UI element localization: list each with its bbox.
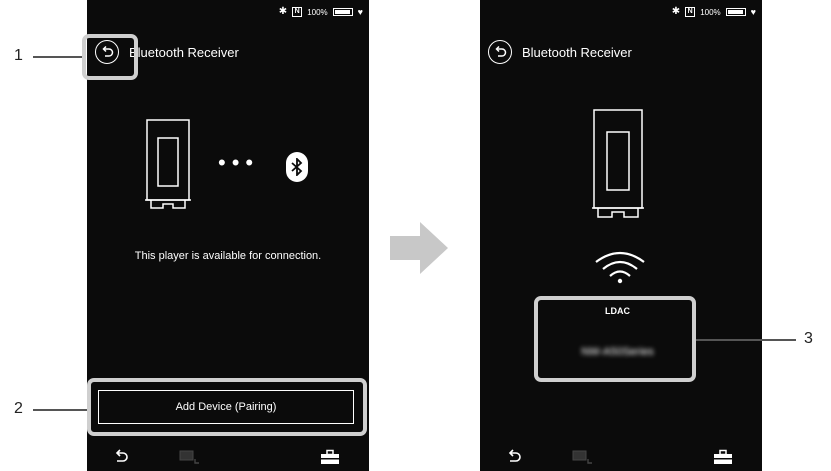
player-device-icon <box>145 119 191 209</box>
callout-box-add-device <box>87 378 367 436</box>
back-arrow-icon <box>495 45 507 57</box>
battery-icon <box>332 8 353 16</box>
bluetooth-icon <box>286 152 308 182</box>
transition-arrow-icon <box>390 222 448 274</box>
bottom-bar <box>480 441 762 471</box>
player-device-icon <box>592 109 644 218</box>
right-screen: ✱ N 100% ♥ Bluetooth Receiver LDAC NW-A5… <box>480 0 762 471</box>
header: Bluetooth Receiver <box>488 40 632 64</box>
callout-line-2 <box>33 409 87 411</box>
bluetooth-status-icon: ✱ <box>671 6 681 17</box>
connecting-dots: ••• <box>218 150 260 175</box>
nfc-icon: N <box>292 7 303 17</box>
callout-box-codec <box>534 296 696 382</box>
nfc-icon: N <box>685 7 696 17</box>
toolbox-icon[interactable] <box>713 449 733 465</box>
battery-percent: 100% <box>700 7 721 17</box>
callout-box-back <box>82 34 138 80</box>
heart-icon: ♥ <box>357 7 363 17</box>
back-nav-icon[interactable] <box>506 449 522 465</box>
callout-number-2: 2 <box>14 400 23 417</box>
battery-icon <box>725 8 746 16</box>
callout-number-1: 1 <box>14 47 23 64</box>
status-bar: ✱ N 100% ♥ <box>279 7 363 17</box>
back-button[interactable] <box>488 40 512 64</box>
status-bar: ✱ N 100% ♥ <box>672 7 756 17</box>
bluetooth-status-icon: ✱ <box>278 6 288 17</box>
page-title: Bluetooth Receiver <box>129 44 239 60</box>
playback-screen-icon <box>179 450 199 464</box>
bottom-bar <box>87 441 369 471</box>
battery-percent: 100% <box>307 7 328 17</box>
callout-line-3 <box>696 339 796 341</box>
back-nav-icon[interactable] <box>113 449 129 465</box>
callout-line-1 <box>33 56 82 58</box>
heart-icon: ♥ <box>750 7 756 17</box>
callout-number-3: 3 <box>804 330 813 347</box>
availability-message: This player is available for connection. <box>134 250 322 262</box>
toolbox-icon[interactable] <box>320 449 340 465</box>
playback-screen-icon <box>572 450 592 464</box>
signal-waves-icon <box>595 251 645 284</box>
page-title: Bluetooth Receiver <box>522 44 632 60</box>
